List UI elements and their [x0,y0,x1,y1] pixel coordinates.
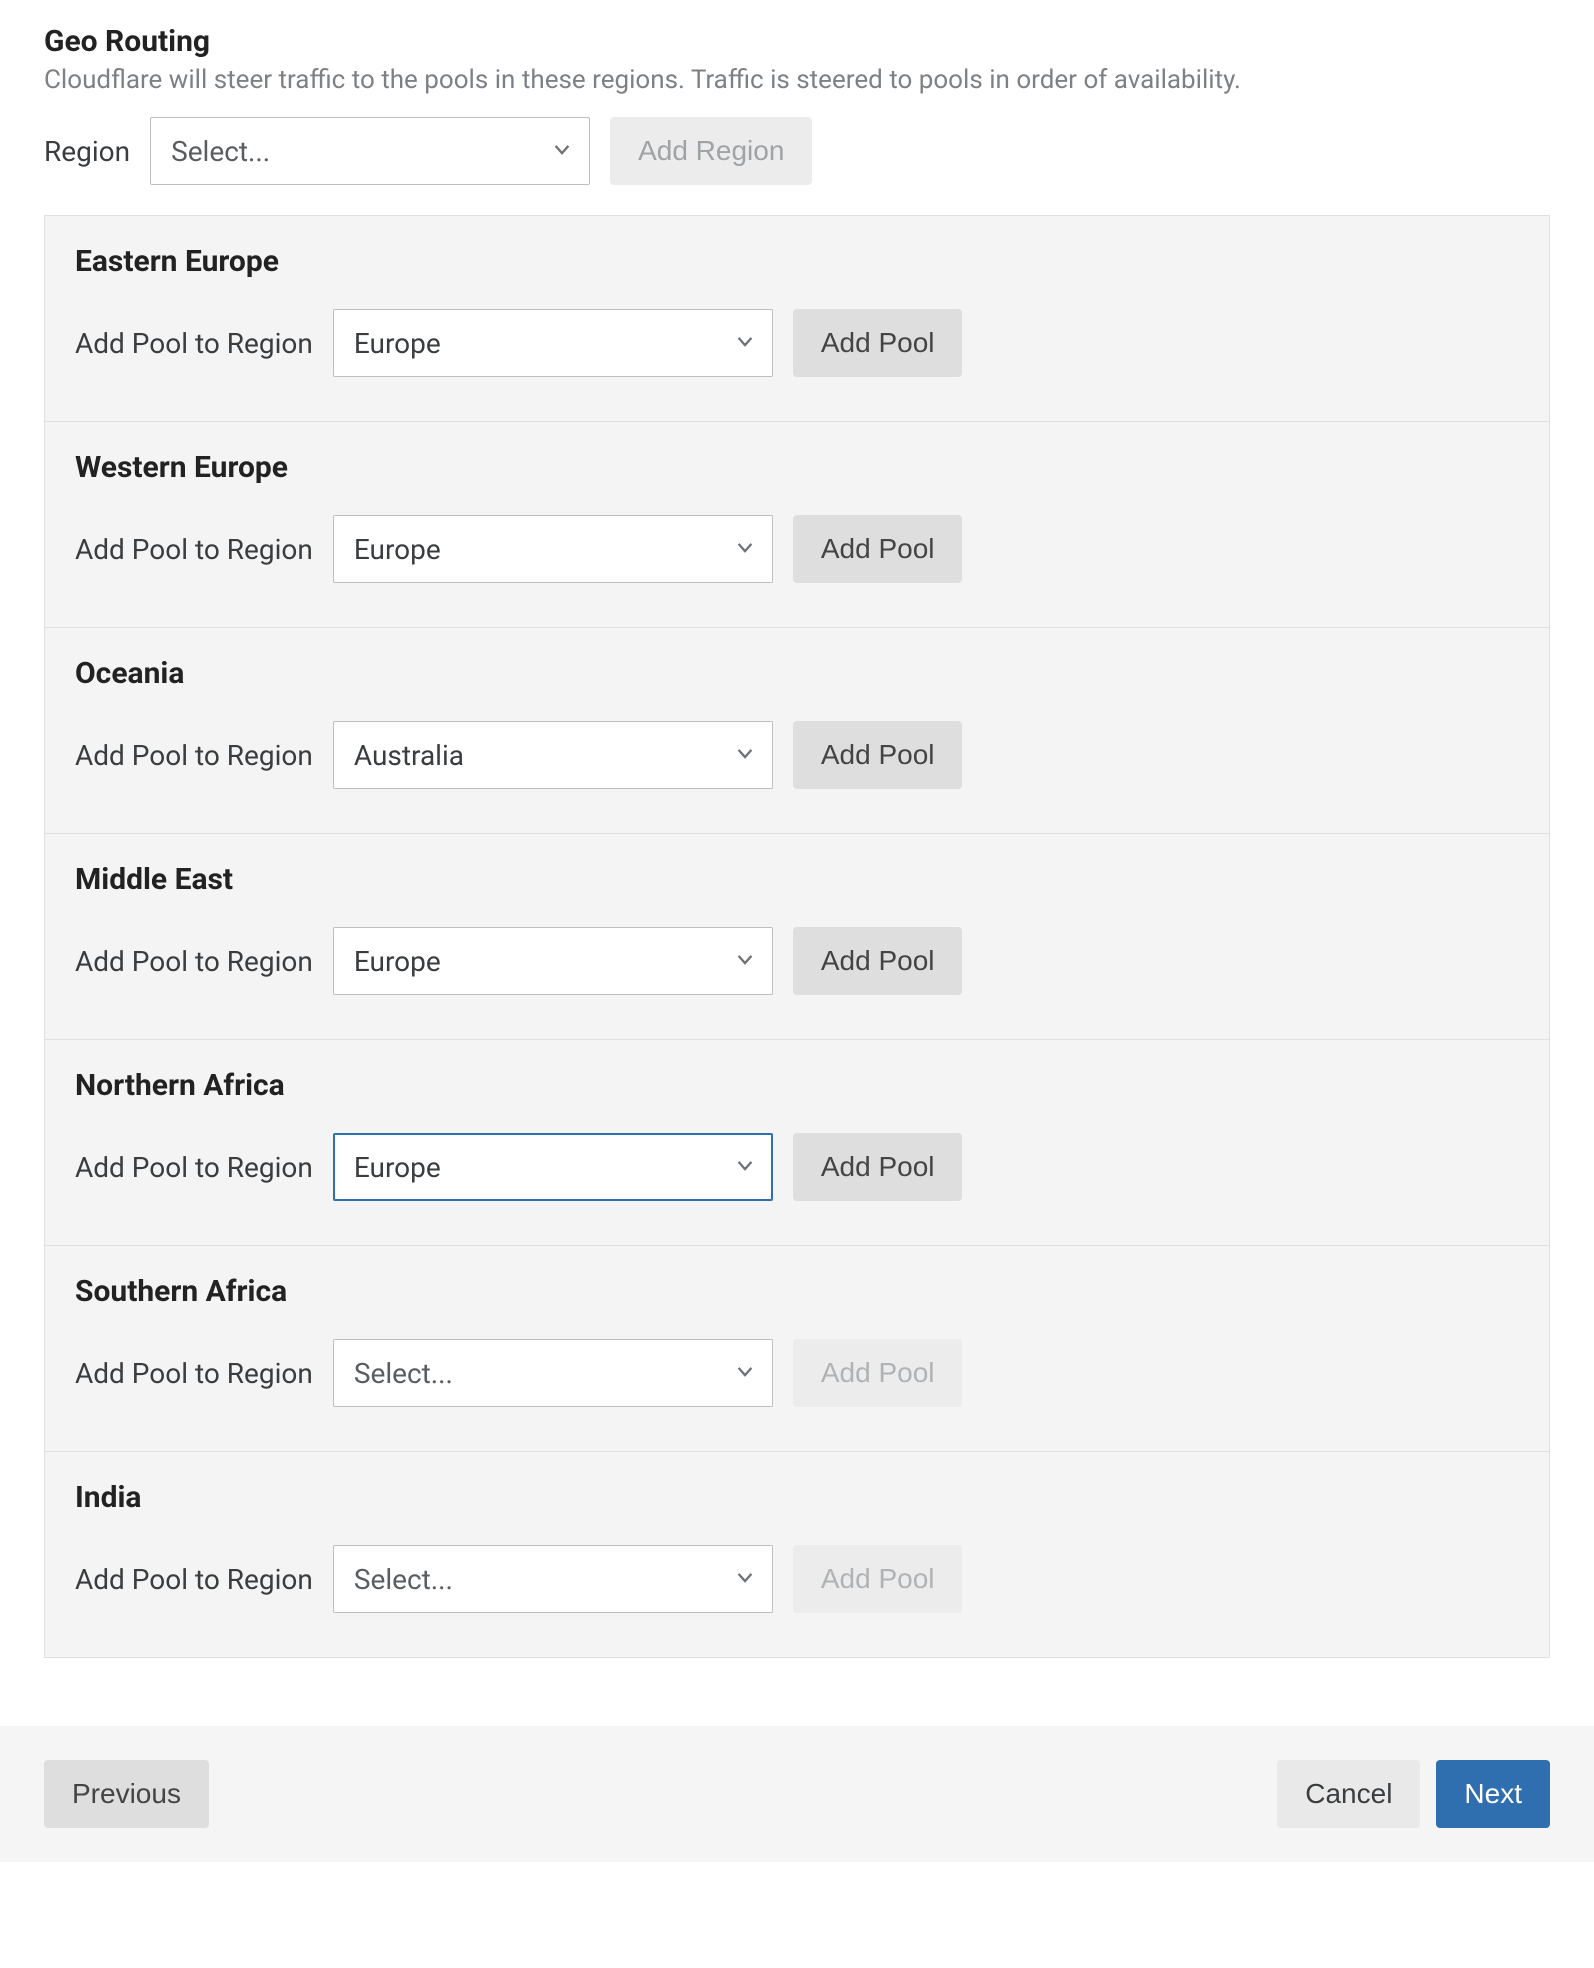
add-pool-button[interactable]: Add Pool [793,515,963,583]
region-name: Eastern Europe [75,244,1519,279]
add-region-button[interactable]: Add Region [610,117,812,185]
previous-button[interactable]: Previous [44,1760,209,1828]
add-pool-to-region-label: Add Pool to Region [75,327,313,360]
chevron-down-icon [734,533,756,566]
region-select[interactable]: Select... [150,117,590,185]
add-pool-to-region-label: Add Pool to Region [75,1563,313,1596]
chevron-down-icon [734,1563,756,1596]
pool-select-value: Europe [354,1151,441,1184]
pool-select-value: Australia [354,739,464,772]
add-pool-to-region-label: Add Pool to Region [75,1151,313,1184]
footer-bar: Previous Cancel Next [0,1726,1594,1862]
chevron-down-icon [734,739,756,772]
next-button[interactable]: Next [1436,1760,1550,1828]
region-block: OceaniaAdd Pool to RegionAustraliaAdd Po… [45,628,1549,834]
chevron-down-icon [551,135,573,168]
pool-select-value: Select... [354,1563,453,1596]
pool-select[interactable]: Australia [333,721,773,789]
add-pool-to-region-label: Add Pool to Region [75,739,313,772]
chevron-down-icon [734,327,756,360]
pool-select[interactable]: Europe [333,1133,773,1201]
add-pool-to-region-label: Add Pool to Region [75,945,313,978]
add-pool-button[interactable]: Add Pool [793,1133,963,1201]
region-name: Northern Africa [75,1068,1519,1103]
add-pool-button: Add Pool [793,1339,963,1407]
pool-select[interactable]: Europe [333,927,773,995]
chevron-down-icon [734,945,756,978]
add-pool-row: Add Pool to Region Australia Add Pool [75,721,1519,789]
add-pool-button: Add Pool [793,1545,963,1613]
pool-select[interactable]: Europe [333,515,773,583]
region-selector-row: Region Select... Add Region [44,117,1550,185]
footer-right-group: Cancel Next [1277,1760,1550,1828]
region-name: Western Europe [75,450,1519,485]
pool-select[interactable]: Select... [333,1339,773,1407]
chevron-down-icon [734,1151,756,1184]
region-block: India Add Pool to Region Select... Add Pool [45,1452,1549,1657]
add-pool-row: Add Pool to Region Europe Add Pool [75,927,1519,995]
region-block: Western EuropeAdd Pool to RegionEuropeAd… [45,422,1549,628]
add-pool-row: Add Pool to Region Europe Add Pool [75,309,1519,377]
region-name: Southern Africa [75,1274,1519,1309]
add-pool-button[interactable]: Add Pool [793,721,963,789]
add-pool-row: Add Pool to Region Select... Add Pool [75,1339,1519,1407]
region-block: Middle EastAdd Pool to RegionEuropeAdd P… [45,834,1549,1040]
region-block: Eastern EuropeAdd Pool to RegionEuropeAd… [45,216,1549,422]
region-label: Region [44,135,130,168]
page-subtitle: Cloudflare will steer traffic to the poo… [44,65,1550,95]
geo-routing-panel: Geo Routing Cloudflare will steer traffi… [0,0,1594,1862]
region-name: India [75,1480,1519,1515]
region-select-value: Select... [171,135,270,168]
add-pool-button[interactable]: Add Pool [793,309,963,377]
add-pool-row: Add Pool to Region Europe Add Pool [75,515,1519,583]
pool-select-value: Europe [354,327,441,360]
add-pool-button[interactable]: Add Pool [793,927,963,995]
pool-select[interactable]: Select... [333,1545,773,1613]
region-name: Middle East [75,862,1519,897]
add-pool-row: Add Pool to Region Europe Add Pool [75,1133,1519,1201]
cancel-button[interactable]: Cancel [1277,1760,1420,1828]
pool-select-value: Europe [354,533,441,566]
pool-select-value: Select... [354,1357,453,1390]
page-title: Geo Routing [44,24,1550,59]
add-pool-to-region-label: Add Pool to Region [75,533,313,566]
region-name: Oceania [75,656,1519,691]
add-pool-row: Add Pool to Region Select... Add Pool [75,1545,1519,1613]
region-block: Northern AfricaAdd Pool to RegionEuropeA… [45,1040,1549,1246]
pool-select[interactable]: Europe [333,309,773,377]
chevron-down-icon [734,1357,756,1390]
region-list: Eastern EuropeAdd Pool to RegionEuropeAd… [44,215,1550,1658]
pool-select-value: Europe [354,945,441,978]
region-block: Southern Africa Add Pool to Region Select.… [45,1246,1549,1452]
add-pool-to-region-label: Add Pool to Region [75,1357,313,1390]
